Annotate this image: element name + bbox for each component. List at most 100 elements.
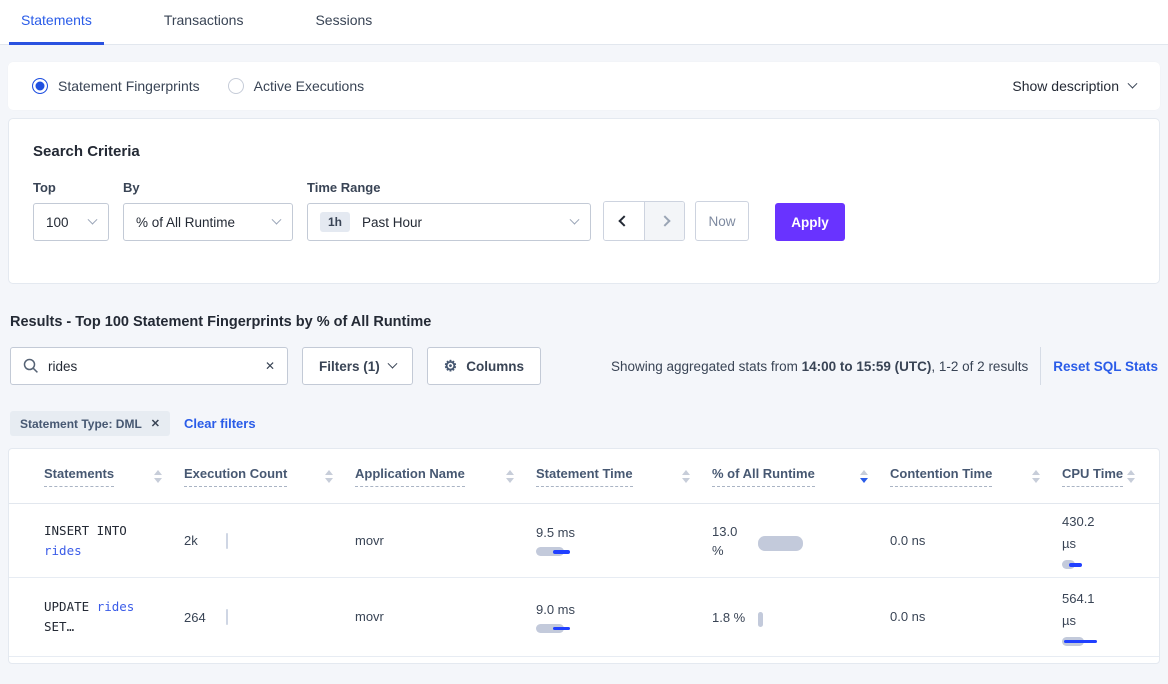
time-window-stepper: [603, 201, 685, 241]
runtime-percent-value: 13.0 %: [712, 522, 748, 560]
stats-summary: Showing aggregated stats from 14:00 to 1…: [611, 359, 1028, 374]
radio-label: Statement Fingerprints: [58, 78, 200, 94]
statement-fingerprint-link[interactable]: INSERT INTO rides: [44, 521, 149, 561]
by-label: By: [123, 180, 307, 195]
chevron-left-icon: [618, 215, 629, 226]
column-header-statement-time[interactable]: Statement Time: [536, 466, 712, 487]
search-criteria-panel: Search Criteria Top 100 By % of All Runt…: [8, 118, 1160, 284]
column-header-cpu-time[interactable]: CPU Time: [1062, 466, 1157, 487]
sort-icon[interactable]: [1032, 470, 1040, 483]
top-select-value: 100: [46, 215, 69, 230]
application-name-value: movr: [355, 533, 384, 548]
sort-icon[interactable]: [682, 470, 690, 483]
remove-filter-icon[interactable]: ✕: [151, 417, 160, 430]
sql-activity-page: Statements Transactions Sessions Stateme…: [0, 0, 1168, 664]
time-range-value: Past Hour: [362, 215, 422, 230]
filter-chip-label: Statement Type: DML: [20, 417, 142, 431]
filters-button[interactable]: Filters (1): [302, 347, 413, 385]
tab-bar: Statements Transactions Sessions: [0, 0, 1168, 45]
gear-icon: ⚙: [444, 359, 457, 374]
column-label: Application Name: [355, 466, 465, 487]
runtime-percent-bar: [758, 536, 878, 551]
top-field: Top 100: [33, 180, 123, 241]
search-criteria-title: Search Criteria: [33, 143, 1135, 160]
column-label: CPU Time: [1062, 466, 1123, 487]
by-field: By % of All Runtime: [123, 180, 307, 241]
chevron-down-icon: [88, 214, 98, 224]
tab-transactions[interactable]: Transactions: [152, 12, 256, 45]
previous-time-window-button[interactable]: [604, 202, 644, 240]
sort-icon[interactable]: [154, 470, 162, 483]
statement-time-bar: [536, 624, 656, 634]
column-label: Execution Count: [184, 466, 287, 487]
clear-filters-link[interactable]: Clear filters: [184, 416, 256, 431]
contention-time-value: 0.0 ns: [890, 609, 925, 624]
column-label: % of All Runtime: [712, 466, 815, 487]
column-header-statements[interactable]: Statements: [44, 466, 184, 487]
chevron-down-icon: [570, 214, 580, 224]
chevron-down-icon: [387, 358, 397, 368]
apply-button[interactable]: Apply: [775, 203, 845, 241]
tab-statements[interactable]: Statements: [9, 12, 104, 45]
search-icon: [23, 358, 39, 374]
reset-sql-stats-link[interactable]: Reset SQL Stats: [1053, 359, 1158, 374]
tab-sessions[interactable]: Sessions: [303, 12, 384, 45]
column-label: Statements: [44, 466, 114, 487]
statement-time-value: 9.0 ms: [536, 602, 575, 617]
radio-selected-icon: [32, 78, 48, 94]
top-select[interactable]: 100: [33, 203, 109, 241]
chevron-down-icon: [1128, 78, 1138, 88]
search-input-wrap: ✕: [10, 347, 288, 385]
table-row: INSERT INTO rides 2k movr 9.5 ms: [9, 504, 1159, 578]
column-header-application-name[interactable]: Application Name: [355, 466, 536, 487]
results-toolbar: ✕ Filters (1) ⚙ Columns Showing aggregat…: [10, 347, 1158, 385]
results-heading: Results - Top 100 Statement Fingerprints…: [10, 314, 1158, 330]
statements-table: Statements Execution Count Application N…: [8, 448, 1160, 664]
radio-unselected-icon: [228, 78, 244, 94]
time-range-badge: 1h: [320, 212, 350, 232]
time-range-label: Time Range: [307, 180, 591, 195]
sort-icon[interactable]: [325, 470, 333, 483]
clear-search-icon[interactable]: ✕: [265, 359, 275, 373]
cpu-time-value: 564.1 µs: [1062, 588, 1106, 632]
radio-active-executions[interactable]: Active Executions: [228, 78, 365, 94]
show-description-label: Show description: [1012, 78, 1119, 94]
execution-count-value: 264: [184, 610, 226, 625]
execution-count-bar: [226, 533, 228, 549]
search-input[interactable]: [48, 359, 265, 374]
column-label: Statement Time: [536, 466, 633, 487]
time-range-select[interactable]: 1h Past Hour: [307, 203, 591, 241]
sort-icon-active[interactable]: [860, 470, 868, 483]
table-header-row: Statements Execution Count Application N…: [9, 449, 1159, 504]
runtime-percent-value: 1.8 %: [712, 608, 748, 627]
application-name-value: movr: [355, 609, 384, 624]
column-header-execution-count[interactable]: Execution Count: [184, 466, 355, 487]
cpu-time-value: 430.2 µs: [1062, 511, 1106, 555]
statement-time-bar: [536, 547, 656, 557]
now-button[interactable]: Now: [695, 201, 749, 241]
by-select[interactable]: % of All Runtime: [123, 203, 293, 241]
runtime-percent-bar: [758, 612, 878, 627]
show-description-toggle[interactable]: Show description: [1012, 78, 1136, 94]
sort-icon[interactable]: [506, 470, 514, 483]
top-label: Top: [33, 180, 123, 195]
statement-time-value: 9.5 ms: [536, 525, 575, 540]
radio-label: Active Executions: [254, 78, 365, 94]
columns-button[interactable]: ⚙ Columns: [427, 347, 541, 385]
sort-icon[interactable]: [1127, 470, 1135, 483]
next-time-window-button[interactable]: [644, 202, 684, 240]
statement-fingerprint-link[interactable]: UPDATE rides SET…: [44, 597, 149, 637]
chevron-right-icon: [659, 215, 670, 226]
filter-chip-statement-type[interactable]: Statement Type: DML ✕: [10, 411, 170, 436]
by-select-value: % of All Runtime: [136, 215, 235, 230]
column-header-percent-runtime[interactable]: % of All Runtime: [712, 466, 890, 487]
filters-label: Filters (1): [319, 359, 380, 374]
radio-statement-fingerprints[interactable]: Statement Fingerprints: [32, 78, 200, 94]
execution-count-value: 2k: [184, 533, 226, 548]
table-row: UPDATE rides SET… 264 movr 9.0 ms: [9, 578, 1159, 657]
time-range-field: Time Range 1h Past Hour: [307, 180, 591, 241]
columns-label: Columns: [466, 359, 524, 374]
contention-time-value: 0.0 ns: [890, 533, 925, 548]
cpu-time-bar: [1062, 637, 1168, 647]
column-header-contention-time[interactable]: Contention Time: [890, 466, 1062, 487]
